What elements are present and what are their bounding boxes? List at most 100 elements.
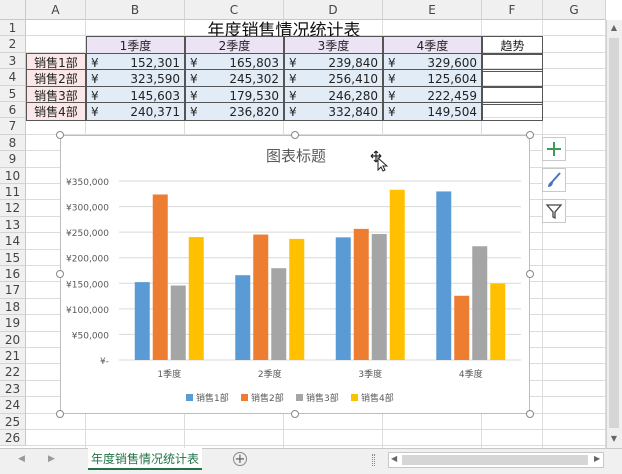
row-header-15[interactable]: 15: [0, 249, 26, 266]
resize-handle[interactable]: [291, 410, 299, 418]
sales-value-cell[interactable]: ¥236,820: [185, 102, 284, 121]
trend-cell[interactable]: [482, 102, 543, 121]
sales-value: 332,840: [328, 105, 378, 119]
resize-handle[interactable]: [526, 131, 534, 139]
scroll-right-arrow-icon[interactable]: ▶: [594, 454, 600, 463]
resize-handle[interactable]: [56, 410, 64, 418]
bar-1-1[interactable]: [134, 282, 150, 360]
department-label-cell[interactable]: 销售4部: [26, 102, 86, 121]
bar-2-1[interactable]: [152, 194, 168, 360]
legend-label[interactable]: 销售2部: [251, 392, 284, 404]
legend-label[interactable]: 销售4部: [361, 392, 394, 404]
bar-4-4[interactable]: [490, 283, 506, 360]
bar-2-2[interactable]: [253, 234, 269, 360]
sales-value-cell[interactable]: ¥149,504: [383, 102, 482, 121]
row-gridline: [26, 429, 606, 430]
y-tick-label: ¥350,000: [66, 178, 109, 188]
scroll-left-arrow-icon[interactable]: ◀: [391, 454, 397, 463]
legend-label[interactable]: 销售3部: [306, 392, 339, 404]
row-header-18[interactable]: 18: [0, 298, 26, 316]
resize-handle[interactable]: [526, 410, 534, 418]
sheet-tab-active[interactable]: 年度销售情况统计表: [88, 448, 202, 470]
x-tick-label: 2季度: [258, 368, 282, 380]
bar-1-2[interactable]: [235, 275, 251, 360]
row-header-26[interactable]: 26: [0, 430, 26, 447]
row-gridline: [26, 445, 606, 447]
bar-1-3[interactable]: [335, 237, 351, 360]
select-all-corner[interactable]: [0, 0, 26, 20]
row-header-14[interactable]: 14: [0, 233, 26, 250]
row-header-22[interactable]: 22: [0, 364, 26, 381]
row-header-21[interactable]: 21: [0, 348, 26, 365]
move-cursor-icon: [370, 150, 388, 172]
chart-title[interactable]: 图表标题: [266, 147, 326, 165]
y-tick-label: ¥250,000: [66, 229, 109, 239]
column-header-b[interactable]: B: [86, 0, 185, 20]
h-scroll-thumb[interactable]: [402, 455, 588, 465]
row-header-12[interactable]: 12: [0, 200, 26, 217]
row-header-6[interactable]: 6: [0, 102, 26, 119]
add-sheet-plus-icon[interactable]: +: [233, 452, 247, 466]
tab-scroll-right-icon[interactable]: ▶: [48, 454, 55, 464]
scroll-down-arrow-icon[interactable]: ▼: [608, 433, 620, 445]
row-header-10[interactable]: 10: [0, 167, 26, 184]
row-header-3[interactable]: 3: [0, 52, 26, 70]
sales-value: 236,820: [229, 105, 279, 119]
row-header-4[interactable]: 4: [0, 69, 26, 86]
row-header-13[interactable]: 13: [0, 216, 26, 234]
row-header-24[interactable]: 24: [0, 397, 26, 414]
sales-value-cell[interactable]: ¥240,371: [86, 102, 185, 121]
legend-swatch: [241, 394, 248, 401]
bar-4-3[interactable]: [389, 189, 405, 360]
row-header-9[interactable]: 9: [0, 151, 26, 168]
scroll-thumb[interactable]: [609, 38, 619, 428]
bar-1-4[interactable]: [436, 191, 452, 360]
y-tick-label: ¥-: [100, 357, 109, 367]
row-header-23[interactable]: 23: [0, 380, 26, 398]
bar-3-2[interactable]: [271, 268, 287, 360]
currency-symbol: ¥: [289, 105, 297, 119]
split-handle[interactable]: [372, 454, 375, 466]
row-header-17[interactable]: 17: [0, 282, 26, 299]
currency-symbol: ¥: [91, 105, 99, 119]
sales-value-cell[interactable]: ¥332,840: [284, 102, 383, 121]
chart-styles-button[interactable]: [542, 168, 566, 192]
scroll-up-arrow-icon[interactable]: ▲: [608, 22, 620, 34]
column-header-c[interactable]: C: [185, 0, 284, 20]
chart-filters-button[interactable]: [542, 199, 566, 223]
column-chart: 图表标题 ¥- ¥50,000 ¥100,000 ¥150,000 ¥200,000 ¥25…: [66, 147, 521, 404]
bar-3-4[interactable]: [472, 246, 488, 360]
row-header-19[interactable]: 19: [0, 315, 26, 332]
y-tick-label: ¥200,000: [66, 255, 109, 265]
column-header-e[interactable]: E: [383, 0, 482, 20]
bar-3-3[interactable]: [371, 234, 387, 360]
bar-4-2[interactable]: [289, 238, 305, 360]
row-header-11[interactable]: 11: [0, 184, 26, 201]
tab-scroll-left-icon[interactable]: ◀: [18, 454, 25, 464]
column-header-d[interactable]: D: [284, 0, 383, 20]
resize-handle[interactable]: [291, 131, 299, 139]
bar-4-1[interactable]: [188, 237, 204, 360]
row-header-8[interactable]: 8: [0, 134, 26, 152]
row-header-2[interactable]: 2: [0, 36, 26, 53]
legend-label[interactable]: 销售1部: [196, 392, 229, 404]
row-header-16[interactable]: 16: [0, 266, 26, 283]
row-header-20[interactable]: 20: [0, 331, 26, 348]
row-header-7[interactable]: 7: [0, 118, 26, 135]
column-header-f[interactable]: F: [482, 0, 543, 20]
bar-2-3[interactable]: [353, 228, 369, 360]
bar-2-4[interactable]: [454, 295, 470, 360]
column-header-g[interactable]: G: [543, 0, 606, 20]
filter-icon: [545, 204, 563, 220]
row-header-25[interactable]: 25: [0, 413, 26, 430]
resize-handle[interactable]: [56, 131, 64, 139]
row-header-1[interactable]: 1: [0, 20, 26, 37]
bar-3-1[interactable]: [170, 285, 186, 360]
y-tick-label: ¥300,000: [66, 204, 109, 214]
resize-handle[interactable]: [526, 270, 534, 278]
row-header-5[interactable]: 5: [0, 85, 26, 102]
column-header-a[interactable]: A: [26, 0, 86, 20]
resize-handle[interactable]: [56, 270, 64, 278]
chart-elements-button[interactable]: [542, 137, 566, 161]
chart-area[interactable]: 图表标题 ¥- ¥50,000 ¥100,000 ¥150,000 ¥200,000 ¥25…: [60, 135, 530, 414]
